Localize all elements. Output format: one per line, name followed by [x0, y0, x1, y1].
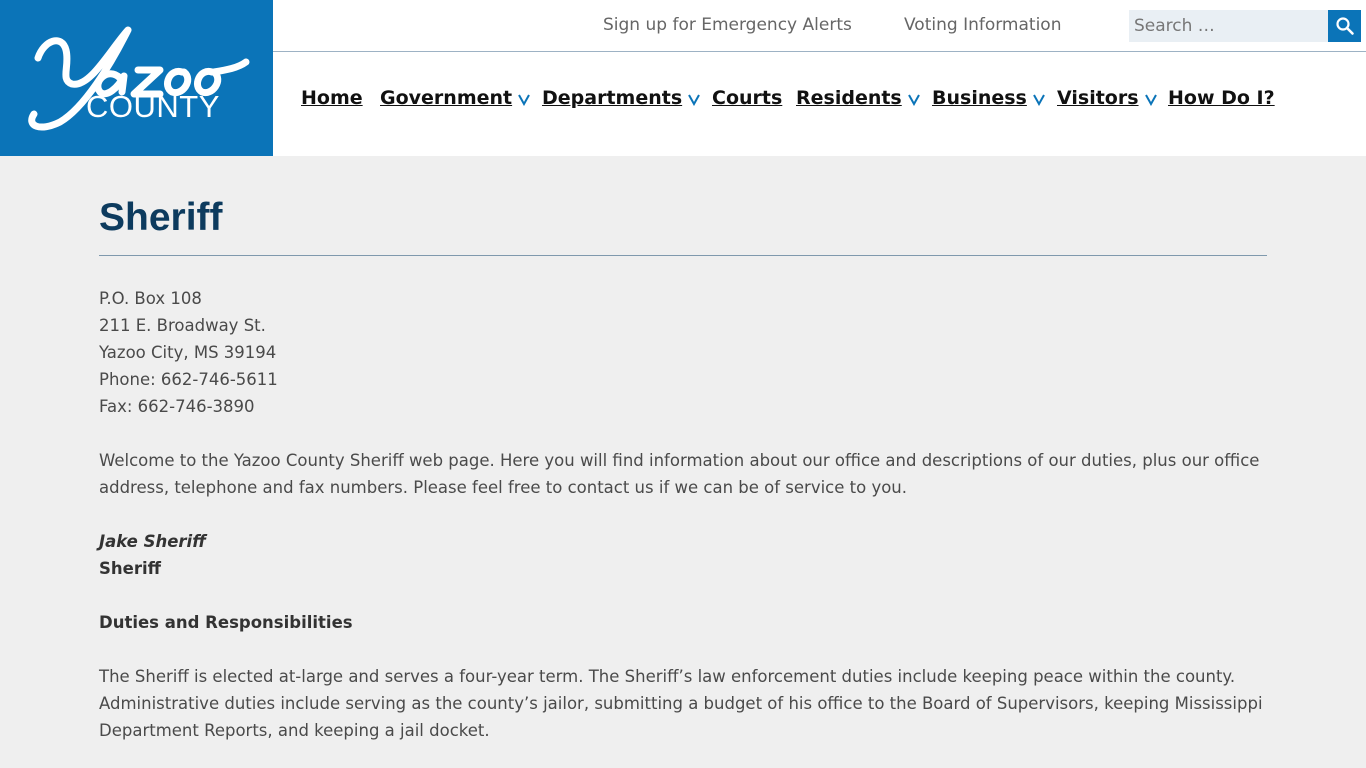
site-header: COUNTY Sign up for Emergency Alerts Voti… [0, 0, 1366, 156]
chevron-down-icon [688, 94, 701, 106]
official-name: Jake Sheriff [99, 532, 206, 551]
contact-address: P.O. Box 108 211 E. Broadway St. Yazoo C… [99, 285, 1267, 420]
nav-item-visitors[interactable]: Visitors [1057, 87, 1158, 109]
nav-item-how-do-i[interactable]: How Do I? [1168, 87, 1275, 109]
search-button[interactable] [1328, 10, 1361, 42]
chevron-down-icon [1144, 94, 1157, 106]
main-nav: Home Government Departments Courts Resid… [273, 52, 1366, 156]
page-body: P.O. Box 108 211 E. Broadway St. Yazoo C… [99, 285, 1267, 744]
search-icon [1336, 17, 1354, 35]
chevron-down-icon [907, 94, 920, 106]
address-line: 211 E. Broadway St. [99, 316, 266, 335]
nav-item-departments[interactable]: Departments [542, 87, 701, 109]
nav-item-residents[interactable]: Residents [796, 87, 921, 109]
duties-paragraph: The Sheriff is elected at-large and serv… [99, 667, 1263, 740]
yazoo-logo-script [28, 26, 250, 131]
search-input[interactable]: Search … [1129, 10, 1329, 42]
nav-item-label: Government [380, 87, 513, 109]
site-logo[interactable]: COUNTY [0, 0, 273, 156]
nav-item-label: Home [301, 87, 363, 109]
nav-item-label: Business [932, 87, 1027, 109]
page-title: Sheriff [99, 196, 223, 239]
nav-item-label: Residents [796, 87, 902, 109]
nav-item-home[interactable]: Home [301, 87, 363, 109]
nav-item-label: Courts [712, 87, 783, 109]
title-divider [99, 255, 1267, 256]
nav-item-label: Departments [542, 87, 683, 109]
logo-county-text: COUNTY [86, 89, 220, 124]
fax-line: Fax: 662-746-3890 [99, 397, 255, 416]
address-line: Yazoo City, MS 39194 [99, 343, 277, 362]
nav-item-label: Visitors [1057, 87, 1139, 109]
nav-item-government[interactable]: Government [380, 87, 531, 109]
duties-heading: Duties and Responsibilities [99, 613, 353, 632]
utility-bar: Sign up for Emergency Alerts Voting Info… [273, 0, 1366, 52]
voting-information-link[interactable]: Voting Information [904, 15, 1061, 35]
nav-item-label: How Do I? [1168, 87, 1275, 109]
nav-item-courts[interactable]: Courts [712, 87, 782, 109]
phone-line: Phone: 662-746-5611 [99, 370, 278, 389]
welcome-paragraph: Welcome to the Yazoo County Sheriff web … [99, 451, 1260, 497]
official-role: Sheriff [99, 559, 161, 578]
chevron-down-icon [518, 94, 530, 106]
address-line: P.O. Box 108 [99, 289, 202, 308]
chevron-down-icon [1033, 94, 1045, 106]
emergency-alerts-link[interactable]: Sign up for Emergency Alerts [603, 15, 852, 35]
nav-item-business[interactable]: Business [932, 87, 1046, 109]
